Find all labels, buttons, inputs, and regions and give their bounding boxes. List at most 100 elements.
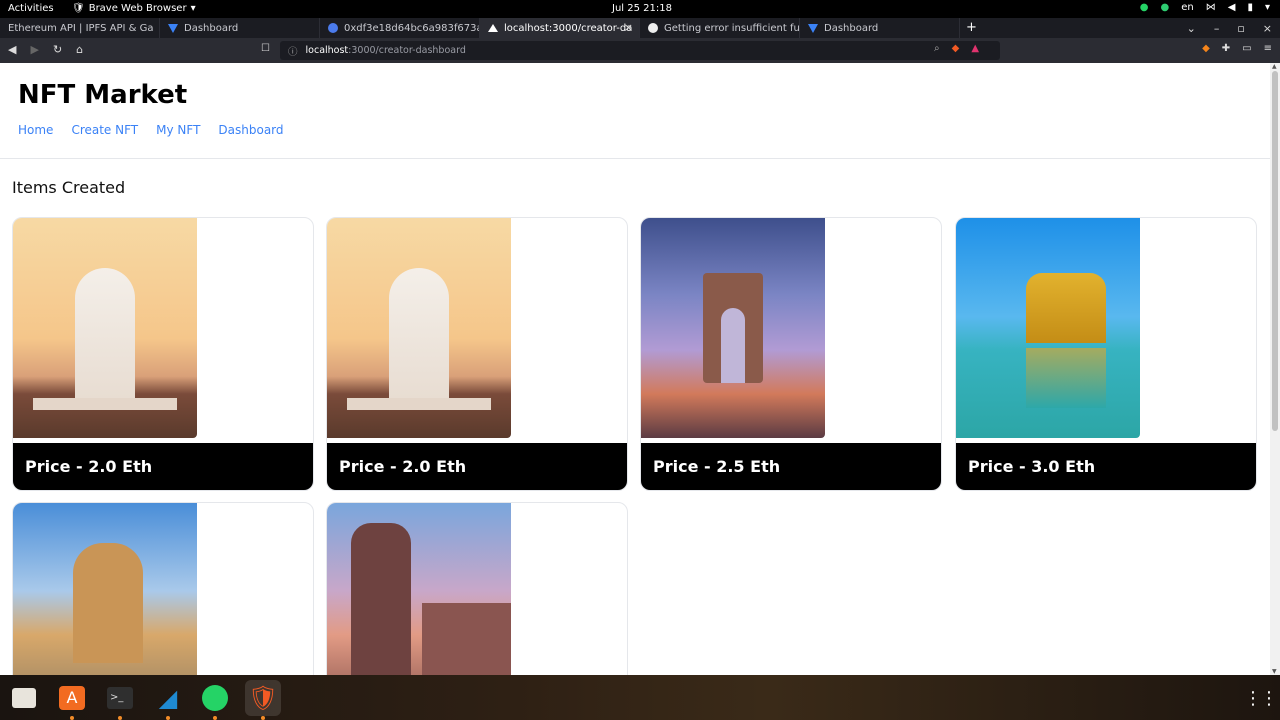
taj-mahal-image bbox=[13, 218, 197, 438]
price-label: Price - 2.0 Eth bbox=[25, 457, 153, 476]
triangle-icon bbox=[488, 24, 498, 32]
battery-icon[interactable]: ▮ bbox=[1247, 2, 1253, 13]
tab-vercel-dashboard[interactable]: Dashboard bbox=[160, 18, 320, 38]
tab-github[interactable]: Getting error insufficient fun bbox=[640, 18, 800, 38]
bookmark-icon[interactable]: ☐ bbox=[261, 43, 270, 54]
new-tab-button[interactable]: + bbox=[966, 20, 977, 35]
vscode-icon: ◢ bbox=[158, 684, 178, 712]
page-scrollbar[interactable]: ▲ ▼ bbox=[1270, 63, 1280, 675]
taj-mahal-image bbox=[327, 218, 511, 438]
running-indicator bbox=[166, 716, 170, 720]
terminal-app[interactable]: >_ bbox=[102, 680, 138, 720]
forward-icon[interactable]: ▶ bbox=[30, 43, 38, 56]
app-menu[interactable]: 🛡 Brave Web Browser ▾ bbox=[72, 3, 196, 14]
nft-card[interactable]: Price - 3.0 Eth bbox=[955, 217, 1257, 491]
url-path: :3000/creator-dashboard bbox=[348, 45, 466, 56]
brave-icon: 🛡 bbox=[247, 684, 279, 712]
close-window-icon[interactable]: × bbox=[1263, 22, 1272, 35]
tab-infura[interactable]: Ethereum API | IPFS API & Ga bbox=[0, 18, 160, 38]
nav-dashboard[interactable]: Dashboard bbox=[218, 123, 283, 137]
minimize-icon[interactable]: – bbox=[1214, 22, 1220, 35]
price-label: Price - 2.0 Eth bbox=[339, 457, 467, 476]
konark-temple-image bbox=[327, 503, 511, 675]
nav-home[interactable]: Home bbox=[18, 123, 53, 137]
menu-icon[interactable]: ≡ bbox=[1264, 43, 1272, 54]
close-icon[interactable]: × bbox=[624, 21, 633, 34]
scroll-down-icon[interactable]: ▼ bbox=[1272, 668, 1277, 675]
brave-shields-icon[interactable]: ◆ bbox=[952, 43, 960, 54]
whatsapp-app[interactable] bbox=[197, 680, 233, 720]
scrollbar-thumb[interactable] bbox=[1272, 71, 1278, 431]
tab-label: localhost:3000/creator-da bbox=[504, 22, 633, 34]
system-tray[interactable]: ● ● en ⋈ ◀ ▮ ▾ bbox=[1140, 2, 1270, 13]
volume-icon[interactable]: ◀ bbox=[1228, 2, 1236, 13]
network-icon[interactable]: ⋈ bbox=[1206, 2, 1216, 13]
clock[interactable]: Jul 25 21:18 bbox=[612, 3, 672, 14]
vercel-icon bbox=[808, 23, 818, 33]
tab-label: Dashboard bbox=[824, 22, 879, 34]
app-menu-label: Brave Web Browser bbox=[88, 3, 187, 14]
tab-label: Getting error insufficient fun bbox=[664, 22, 799, 34]
price-label: Price - 2.5 Eth bbox=[653, 457, 781, 476]
lake-palace-image bbox=[13, 503, 197, 675]
chevron-down-icon[interactable]: ▾ bbox=[1265, 2, 1270, 13]
page-viewport: NFT Market Home Create NFT My NFT Dashbo… bbox=[0, 63, 1270, 675]
ubuntu-dock: A >_ ◢ 🛡 bbox=[0, 675, 1280, 720]
home-icon[interactable]: ⌂ bbox=[76, 43, 83, 56]
price-bar: Price - 2.0 Eth bbox=[327, 443, 627, 490]
running-indicator bbox=[70, 716, 74, 720]
tab-etherscan[interactable]: 0xdf3e18d64bc6a983f673ab3 bbox=[320, 18, 480, 38]
site-nav: Home Create NFT My NFT Dashboard bbox=[18, 123, 302, 137]
activities-button[interactable]: Activities bbox=[8, 3, 54, 14]
brave-rewards-icon[interactable]: ▲ bbox=[971, 43, 979, 54]
zoom-icon[interactable]: ⌕ bbox=[934, 43, 940, 54]
price-bar: Price - 3.0 Eth bbox=[956, 443, 1256, 490]
nft-card[interactable]: Price - 2.0 Eth bbox=[12, 217, 314, 491]
etherscan-icon bbox=[328, 23, 338, 33]
software-app[interactable]: A bbox=[54, 680, 90, 720]
whatsapp-icon bbox=[202, 685, 228, 711]
nft-card[interactable] bbox=[326, 502, 628, 675]
back-icon[interactable]: ◀ bbox=[8, 43, 16, 56]
chevron-down-icon: ▾ bbox=[190, 3, 196, 14]
price-bar: Price - 2.5 Eth bbox=[641, 443, 941, 490]
language-indicator[interactable]: en bbox=[1181, 2, 1194, 13]
section-title: Items Created bbox=[12, 178, 126, 197]
nft-card[interactable]: Price - 2.0 Eth bbox=[326, 217, 628, 491]
metamask-icon[interactable]: ◆ bbox=[1202, 43, 1210, 54]
tab-localhost[interactable]: localhost:3000/creator-da × bbox=[480, 18, 640, 38]
shield-tray-icon[interactable]: ● bbox=[1161, 2, 1170, 13]
files-app[interactable] bbox=[6, 680, 42, 716]
wallet-icon[interactable]: ▭ bbox=[1242, 43, 1251, 54]
running-indicator bbox=[118, 716, 122, 720]
nft-card[interactable] bbox=[12, 502, 314, 675]
tab-search-icon[interactable]: ⌄ bbox=[1187, 22, 1196, 35]
url-host: localhost bbox=[305, 45, 349, 56]
address-bar[interactable]: ⓘ localhost :3000/creator-dashboard bbox=[280, 41, 1000, 60]
whatsapp-tray-icon[interactable]: ● bbox=[1140, 2, 1149, 13]
site-info-icon[interactable]: ⓘ bbox=[288, 44, 298, 58]
tab-label: Dashboard bbox=[184, 22, 239, 34]
show-apps-icon[interactable]: ⋮⋮⋮ bbox=[1244, 688, 1280, 709]
brave-lion-icon: 🛡 bbox=[72, 3, 85, 14]
tab-label: Ethereum API | IPFS API & Ga bbox=[8, 22, 154, 34]
terminal-icon: >_ bbox=[107, 687, 133, 709]
brave-app[interactable]: 🛡 bbox=[245, 680, 281, 720]
extensions-icon[interactable]: ✚ bbox=[1222, 43, 1230, 54]
vercel-icon bbox=[168, 23, 178, 33]
running-indicator bbox=[261, 716, 265, 720]
system-top-bar: Activities 🛡 Brave Web Browser ▾ Jul 25 … bbox=[0, 0, 1280, 18]
reload-icon[interactable]: ↻ bbox=[53, 43, 62, 56]
nav-create-nft[interactable]: Create NFT bbox=[71, 123, 138, 137]
india-gate-image bbox=[641, 218, 825, 438]
site-title: NFT Market bbox=[18, 80, 188, 110]
site-header: NFT Market Home Create NFT My NFT Dashbo… bbox=[0, 63, 1270, 159]
nav-my-nft[interactable]: My NFT bbox=[156, 123, 200, 137]
vscode-app[interactable]: ◢ bbox=[150, 680, 186, 720]
tab-vercel-dashboard-2[interactable]: Dashboard bbox=[800, 18, 960, 38]
nft-card[interactable]: Price - 2.5 Eth bbox=[640, 217, 942, 491]
scroll-up-icon[interactable]: ▲ bbox=[1272, 63, 1277, 70]
maximize-icon[interactable]: ▫ bbox=[1237, 22, 1244, 35]
browser-toolbar: ◀ ▶ ↻ ⌂ ☐ ⓘ localhost :3000/creator-dash… bbox=[0, 38, 1280, 63]
app-center-icon: A bbox=[59, 686, 85, 710]
